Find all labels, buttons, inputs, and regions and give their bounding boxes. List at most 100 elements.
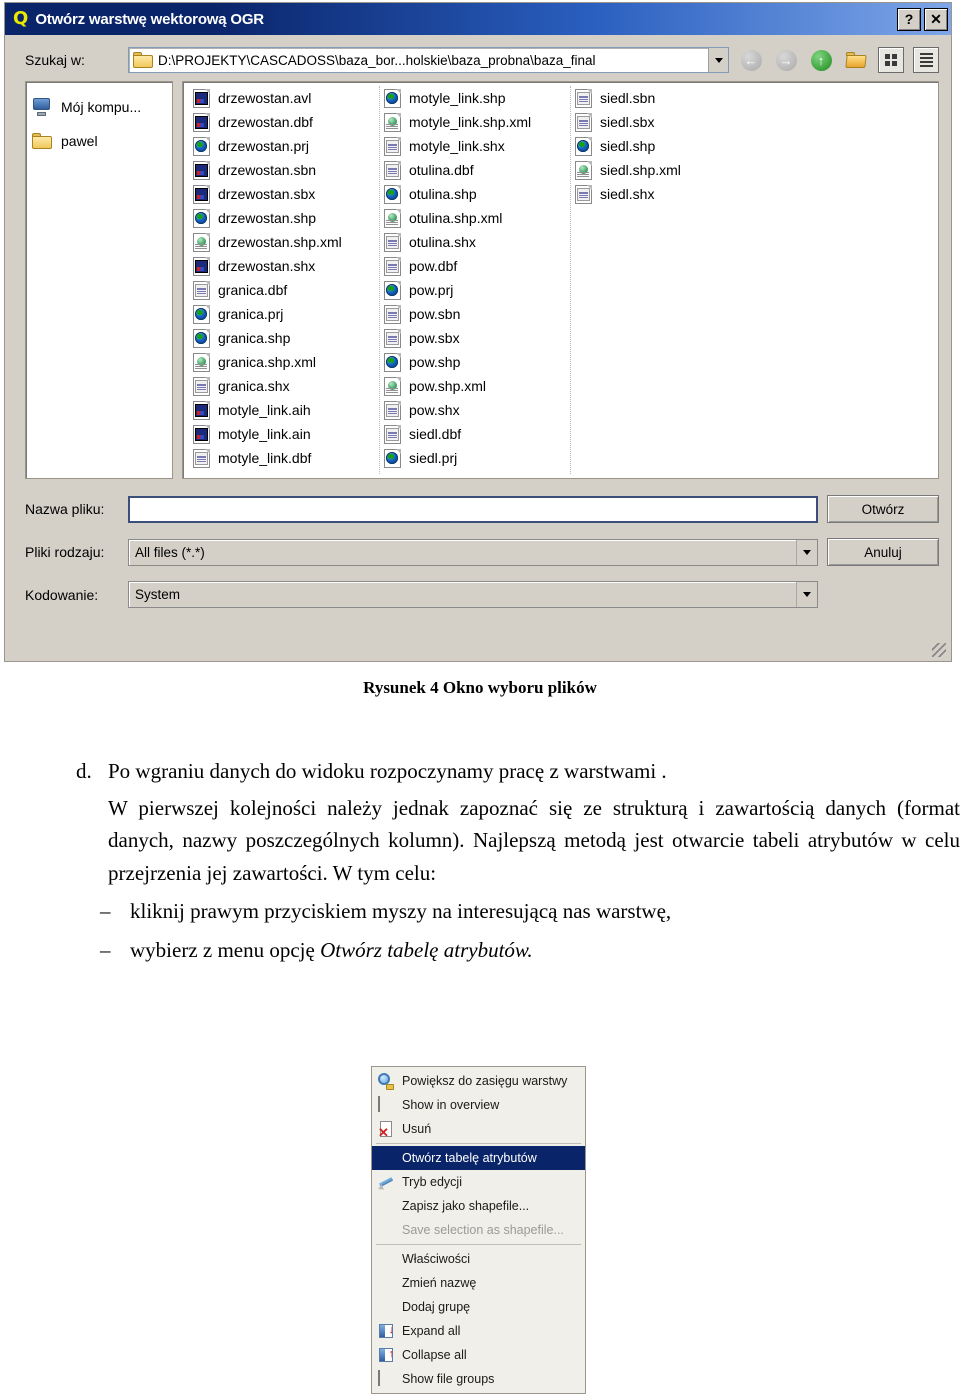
chevron-down-icon[interactable] bbox=[796, 582, 817, 607]
filetype-select[interactable]: All files (*.*) bbox=[128, 538, 818, 566]
resize-grip[interactable] bbox=[932, 643, 946, 657]
list-view-icon[interactable] bbox=[878, 47, 904, 73]
cancel-button[interactable]: Anuluj bbox=[827, 538, 939, 566]
menu-item-w-a-ciwo-ci[interactable]: Właściwości bbox=[372, 1247, 585, 1271]
close-button[interactable]: ✕ bbox=[924, 7, 948, 31]
file-list-item[interactable]: drzewostan.shp.xml bbox=[189, 230, 377, 254]
menu-item-zmie-nazw[interactable]: Zmień nazwę bbox=[372, 1271, 585, 1295]
file-list-item[interactable]: pow.dbf bbox=[380, 254, 568, 278]
file-list-item[interactable]: motyle_link.shp bbox=[380, 86, 568, 110]
bullet-text-plain: wybierz z menu opcję bbox=[130, 937, 321, 962]
file-list-item[interactable]: granica.shp.xml bbox=[189, 350, 377, 374]
menu-item-usu[interactable]: ✕ Usuń bbox=[372, 1117, 585, 1141]
back-icon[interactable]: ← bbox=[738, 47, 764, 73]
open-button[interactable]: Otwórz bbox=[827, 495, 939, 523]
detail-view-icon[interactable] bbox=[913, 47, 939, 73]
menu-item-label: Expand all bbox=[402, 1324, 461, 1338]
expand-all-icon: ↓ bbox=[378, 1323, 395, 1340]
file-list-item[interactable]: otulina.shp bbox=[380, 182, 568, 206]
places-sidebar[interactable]: Mój kompu... pawel bbox=[25, 81, 173, 479]
menu-item-collapse-all[interactable]: ↑ Collapse all bbox=[372, 1343, 585, 1367]
encoding-select[interactable]: System bbox=[128, 581, 818, 608]
file-list-item[interactable]: siedl.sbx bbox=[571, 110, 759, 134]
file-name-label: motyle_link.shp bbox=[409, 90, 506, 106]
list-marker: d. bbox=[76, 759, 92, 783]
dash-marker: – bbox=[100, 899, 111, 924]
file-list-item[interactable]: drzewostan.sbx bbox=[189, 182, 377, 206]
file-list-item[interactable]: otulina.dbf bbox=[380, 158, 568, 182]
table-file-icon bbox=[384, 304, 401, 324]
file-list-item[interactable]: motyle_link.aih bbox=[189, 398, 377, 422]
menu-item-show-in-overview[interactable]: Show in overview bbox=[372, 1093, 585, 1117]
file-list-item[interactable]: granica.shx bbox=[189, 374, 377, 398]
forward-icon[interactable]: → bbox=[773, 47, 799, 73]
menu-item-expand-all[interactable]: ↓ Expand all bbox=[372, 1319, 585, 1343]
file-list-item[interactable]: motyle_link.shp.xml bbox=[380, 110, 568, 134]
look-in-dropdown-arrow[interactable] bbox=[708, 48, 728, 72]
titlebar-buttons: ? ✕ bbox=[897, 7, 948, 31]
file-name-label: drzewostan.shp.xml bbox=[218, 234, 342, 250]
table-file-icon bbox=[193, 280, 210, 300]
folder-icon bbox=[133, 52, 153, 68]
menu-item-zapisz-jako-shapefile[interactable]: Zapisz jako shapefile... bbox=[372, 1194, 585, 1218]
menu-item-dodaj-grup[interactable]: Dodaj grupę bbox=[372, 1295, 585, 1319]
checkbox-icon[interactable] bbox=[378, 1369, 395, 1388]
file-name-label: motyle_link.shx bbox=[409, 138, 505, 154]
checkbox-icon[interactable] bbox=[378, 1095, 395, 1114]
file-name-label: pow.prj bbox=[409, 282, 454, 298]
file-list-item[interactable]: pow.shp bbox=[380, 350, 568, 374]
file-list-item[interactable]: drzewostan.dbf bbox=[189, 110, 377, 134]
file-list-item[interactable]: drzewostan.prj bbox=[189, 134, 377, 158]
file-list-item[interactable]: drzewostan.shp bbox=[189, 206, 377, 230]
file-list-item[interactable]: pow.shp.xml bbox=[380, 374, 568, 398]
menu-item-tryb-edycji[interactable]: Tryb edycji bbox=[372, 1170, 585, 1194]
file-list-item[interactable]: drzewostan.shx bbox=[189, 254, 377, 278]
bullet-text-wrapper: wybierz z menu opcję Otwórz tabelę atryb… bbox=[130, 934, 533, 967]
file-list-item[interactable]: drzewostan.avl bbox=[189, 86, 377, 110]
file-list-item[interactable]: siedl.sbn bbox=[571, 86, 759, 110]
menu-item-powi-ksz-do-zasi-gu-warstwy[interactable]: Powiększ do zasięgu warstwy bbox=[372, 1069, 585, 1093]
filename-input[interactable] bbox=[128, 495, 818, 523]
file-list-item[interactable]: granica.shp bbox=[189, 326, 377, 350]
file-list[interactable]: drzewostan.avl drzewostan.dbf drzewostan.p… bbox=[182, 81, 939, 479]
parent-folder-icon[interactable]: ↑ bbox=[808, 47, 834, 73]
file-name-label: drzewostan.sbx bbox=[218, 186, 316, 202]
file-list-item[interactable]: pow.prj bbox=[380, 278, 568, 302]
file-list-item[interactable]: siedl.prj bbox=[380, 446, 568, 470]
edit-pen-icon bbox=[376, 1174, 395, 1192]
layer-context-menu[interactable]: Powiększ do zasięgu warstwy Show in overv… bbox=[371, 1066, 586, 1394]
file-list-item[interactable]: siedl.dbf bbox=[380, 422, 568, 446]
file-list-item[interactable]: pow.sbx bbox=[380, 326, 568, 350]
file-list-item[interactable]: otulina.shp.xml bbox=[380, 206, 568, 230]
help-button[interactable]: ? bbox=[897, 7, 921, 31]
look-in-combo[interactable]: D:\PROJEKTY\CASCADOSS\baza_bor...holskie… bbox=[128, 47, 729, 73]
table-file-icon bbox=[384, 160, 401, 180]
file-list-item[interactable]: pow.shx bbox=[380, 398, 568, 422]
file-name-label: drzewostan.avl bbox=[218, 90, 312, 106]
place-item-pawel[interactable]: pawel bbox=[32, 124, 172, 158]
file-list-item[interactable]: siedl.shp.xml bbox=[571, 158, 759, 182]
file-list-item[interactable]: motyle_link.shx bbox=[380, 134, 568, 158]
file-name-label: granica.prj bbox=[218, 306, 284, 322]
menu-item-label: Usuń bbox=[402, 1122, 432, 1136]
file-name-label: granica.dbf bbox=[218, 282, 288, 298]
chevron-down-icon[interactable] bbox=[796, 539, 817, 565]
menu-item-save-selection-as-shapefile: Save selection as shapefile... bbox=[372, 1218, 585, 1242]
menu-item-show-file-groups[interactable]: Show file groups bbox=[372, 1367, 585, 1391]
file-list-item[interactable]: drzewostan.sbn bbox=[189, 158, 377, 182]
file-list-item[interactable]: granica.dbf bbox=[189, 278, 377, 302]
file-list-item[interactable]: pow.sbn bbox=[380, 302, 568, 326]
menu-item-label: Tryb edycji bbox=[402, 1175, 462, 1189]
file-list-item[interactable]: siedl.shx bbox=[571, 182, 759, 206]
file-list-item[interactable]: otulina.shx bbox=[380, 230, 568, 254]
file-list-item[interactable]: granica.prj bbox=[189, 302, 377, 326]
dialog-titlebar[interactable]: Q Otwórz warstwę wektorową OGR ? ✕ bbox=[5, 3, 951, 35]
file-list-item[interactable]: motyle_link.ain bbox=[189, 422, 377, 446]
menu-separator bbox=[376, 1143, 581, 1144]
new-folder-icon[interactable] bbox=[843, 47, 869, 73]
figure-caption: Rysunek 4 Okno wyboru plików bbox=[363, 678, 597, 697]
file-list-item[interactable]: siedl.shp bbox=[571, 134, 759, 158]
file-list-item[interactable]: motyle_link.dbf bbox=[189, 446, 377, 470]
menu-item-otw-rz-tabel-atrybut-w[interactable]: Otwórz tabelę atrybutów bbox=[372, 1146, 585, 1170]
place-item-my-computer[interactable]: Mój kompu... bbox=[32, 90, 172, 124]
